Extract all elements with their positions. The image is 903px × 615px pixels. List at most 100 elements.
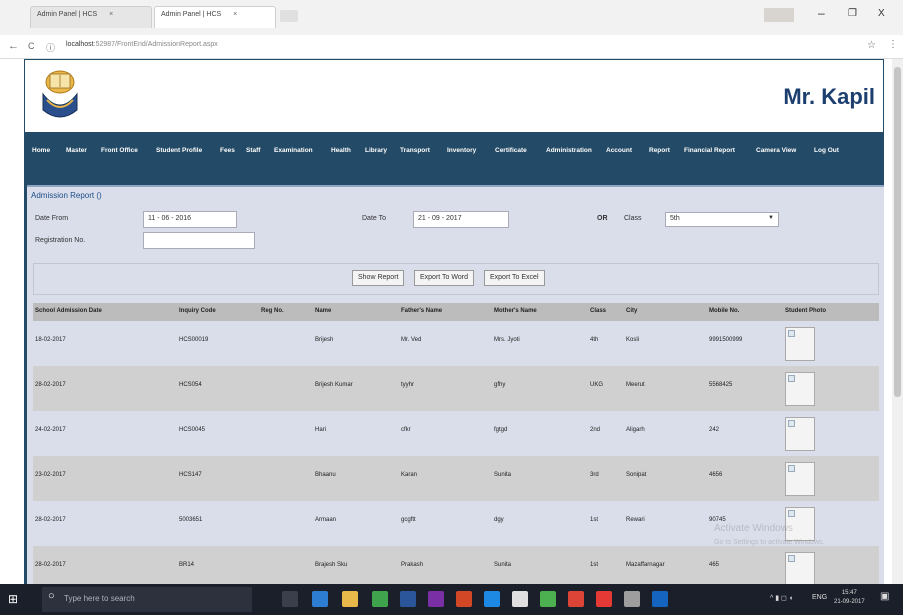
col-student-photo: Student Photo bbox=[785, 308, 826, 314]
address-bar: ← C ⓘ localhost:52987/FrontEnd/Admission… bbox=[0, 35, 903, 59]
menu-item-staff[interactable]: Staff bbox=[246, 147, 260, 154]
restore-icon[interactable]: ❐ bbox=[848, 8, 857, 19]
clock-time: 15:47 bbox=[841, 590, 857, 596]
reload-icon[interactable]: C bbox=[28, 41, 35, 51]
menu-item-financial-report[interactable]: Financial Report bbox=[684, 147, 735, 154]
visual-studio-icon[interactable] bbox=[428, 591, 444, 607]
watermark-line-2: Go to Settings to activate Windows. bbox=[714, 539, 825, 546]
store-icon[interactable] bbox=[372, 591, 388, 607]
new-tab-button[interactable] bbox=[280, 10, 298, 22]
cell-class: 4th bbox=[590, 337, 599, 343]
registration-no-input[interactable] bbox=[143, 232, 255, 249]
registration-no-label: Registration No. bbox=[35, 237, 86, 244]
menu-item-library[interactable]: Library bbox=[365, 147, 387, 154]
cell-admission-date: 28-02-2017 bbox=[35, 382, 66, 388]
cell-class: 3rd bbox=[590, 472, 599, 478]
edge-icon[interactable] bbox=[312, 591, 328, 607]
cell-name: Brijesh Kumar bbox=[315, 382, 353, 388]
cell-father-name: cfkr bbox=[401, 427, 411, 433]
tab-close-icon[interactable]: × bbox=[109, 11, 113, 18]
activate-windows-watermark: Activate Windows Go to Settings to activ… bbox=[714, 522, 825, 550]
show-report-button[interactable]: Show Report bbox=[352, 270, 405, 286]
export-to-word-button[interactable]: Export To Word bbox=[414, 270, 474, 286]
menu-item-examination[interactable]: Examination bbox=[274, 147, 313, 154]
table-row: 18-02-2017 HCS00019 Brijesh Mr. Ved Mrs. Jyo… bbox=[33, 321, 879, 366]
menu-item-front-office[interactable]: Front Office bbox=[101, 147, 138, 154]
task-view-icon[interactable] bbox=[282, 591, 298, 607]
chrome-icon[interactable] bbox=[568, 591, 584, 607]
windows-taskbar: ⊞ Type here to search ○ ^ ▮ ◻ ◖ ENG 15:4… bbox=[0, 584, 903, 615]
export-to-excel-button[interactable]: Export To Excel bbox=[484, 270, 545, 286]
class-select[interactable]: 5th ▼ bbox=[665, 212, 779, 227]
app-icon[interactable] bbox=[652, 591, 668, 607]
profile-button[interactable] bbox=[764, 8, 794, 22]
close-icon[interactable]: X bbox=[878, 8, 885, 19]
language-indicator[interactable]: ENG bbox=[812, 594, 827, 601]
col-name: Name bbox=[315, 308, 332, 314]
app-icon[interactable] bbox=[512, 591, 528, 607]
col-mobile-no: Mobile No. bbox=[709, 308, 740, 314]
menu-item-fees[interactable]: Fees bbox=[220, 147, 235, 154]
info-icon[interactable]: ⓘ bbox=[46, 41, 55, 54]
notification-icon[interactable]: ▣ bbox=[880, 591, 889, 602]
tab-close-icon[interactable]: × bbox=[233, 11, 237, 18]
minimize-icon[interactable]: – bbox=[818, 6, 825, 20]
back-icon[interactable]: ← bbox=[8, 40, 19, 52]
cell-mobile-no: 9991500999 bbox=[709, 337, 743, 343]
url-field[interactable]: localhost:52987/FrontEnd/AdmissionReport… bbox=[66, 41, 218, 48]
chevron-down-icon: ▼ bbox=[768, 215, 774, 221]
windows-start-icon[interactable]: ⊞ bbox=[8, 592, 18, 606]
menu-item-administration[interactable]: Administration bbox=[546, 147, 592, 154]
cell-mother-name: fgtgd bbox=[494, 427, 508, 433]
file-explorer-icon[interactable] bbox=[342, 591, 358, 607]
page-scrollbar[interactable] bbox=[892, 59, 903, 584]
app-icon[interactable] bbox=[540, 591, 556, 607]
date-from-input[interactable]: 11 - 06 - 2016 bbox=[143, 211, 237, 228]
date-from-label: Date From bbox=[35, 215, 69, 222]
col-reg-no: Reg No. bbox=[261, 308, 284, 314]
cortana-icon[interactable]: ○ bbox=[48, 590, 55, 602]
student-photo bbox=[785, 372, 815, 406]
browser-menu-icon[interactable]: ⋮ bbox=[888, 39, 898, 50]
taskbar-clock[interactable]: 15:47 21-09-2017 bbox=[834, 589, 865, 607]
app-icon[interactable] bbox=[596, 591, 612, 607]
student-photo bbox=[785, 417, 815, 451]
menu-item-home[interactable]: Home bbox=[32, 147, 50, 154]
taskbar-search-input[interactable]: Type here to search bbox=[42, 587, 252, 612]
date-to-label: Date To bbox=[362, 215, 386, 222]
broken-image-icon bbox=[788, 330, 795, 337]
table-row: 28-02-2017 HCS054 Brijesh Kumar tyyhr gfhy UK… bbox=[33, 366, 879, 411]
browser-tab-active[interactable]: Admin Panel | HCS × bbox=[154, 6, 276, 28]
cell-mobile-no: 242 bbox=[709, 427, 720, 433]
menu-item-log-out[interactable]: Log Out bbox=[814, 147, 839, 154]
bookmark-star-icon[interactable]: ☆ bbox=[867, 40, 876, 51]
menu-item-camera-view[interactable]: Camera View bbox=[756, 147, 796, 154]
app-icon[interactable] bbox=[456, 591, 472, 607]
cell-city: Meerut bbox=[626, 382, 645, 388]
cell-inquiry-code: HCS147 bbox=[179, 472, 202, 478]
tray-icons[interactable]: ^ ▮ ◻ ◖ bbox=[770, 594, 793, 602]
menu-item-inventory[interactable]: Inventory bbox=[447, 147, 476, 154]
menu-item-report[interactable]: Report bbox=[649, 147, 670, 154]
menu-item-account[interactable]: Account bbox=[606, 147, 632, 154]
cell-mother-name: gfhy bbox=[494, 382, 506, 388]
word-icon[interactable] bbox=[400, 591, 416, 607]
menu-item-certificate[interactable]: Certificate bbox=[495, 147, 527, 154]
school-logo-icon bbox=[42, 70, 78, 118]
cell-inquiry-code: HCS054 bbox=[179, 382, 202, 388]
browser-tab[interactable]: Admin Panel | HCS × bbox=[30, 6, 152, 28]
cell-city: Kosli bbox=[626, 337, 640, 343]
app-icon[interactable] bbox=[484, 591, 500, 607]
cell-mother-name: Sunita bbox=[494, 562, 512, 568]
menu-item-health[interactable]: Health bbox=[331, 147, 351, 154]
scrollbar-thumb[interactable] bbox=[894, 67, 901, 397]
menu-item-student-profile[interactable]: Student Profile bbox=[156, 147, 202, 154]
cell-name: Brijesh bbox=[315, 337, 334, 343]
cell-class: 1st bbox=[590, 517, 599, 523]
date-to-input[interactable]: 21 - 09 - 2017 bbox=[413, 211, 509, 228]
col-class: Class bbox=[590, 308, 607, 314]
menu-item-master[interactable]: Master bbox=[66, 147, 87, 154]
app-icon[interactable] bbox=[624, 591, 640, 607]
url-path: :52987/FrontEnd/AdmissionReport.aspx bbox=[93, 41, 218, 48]
menu-item-transport[interactable]: Transport bbox=[400, 147, 430, 154]
